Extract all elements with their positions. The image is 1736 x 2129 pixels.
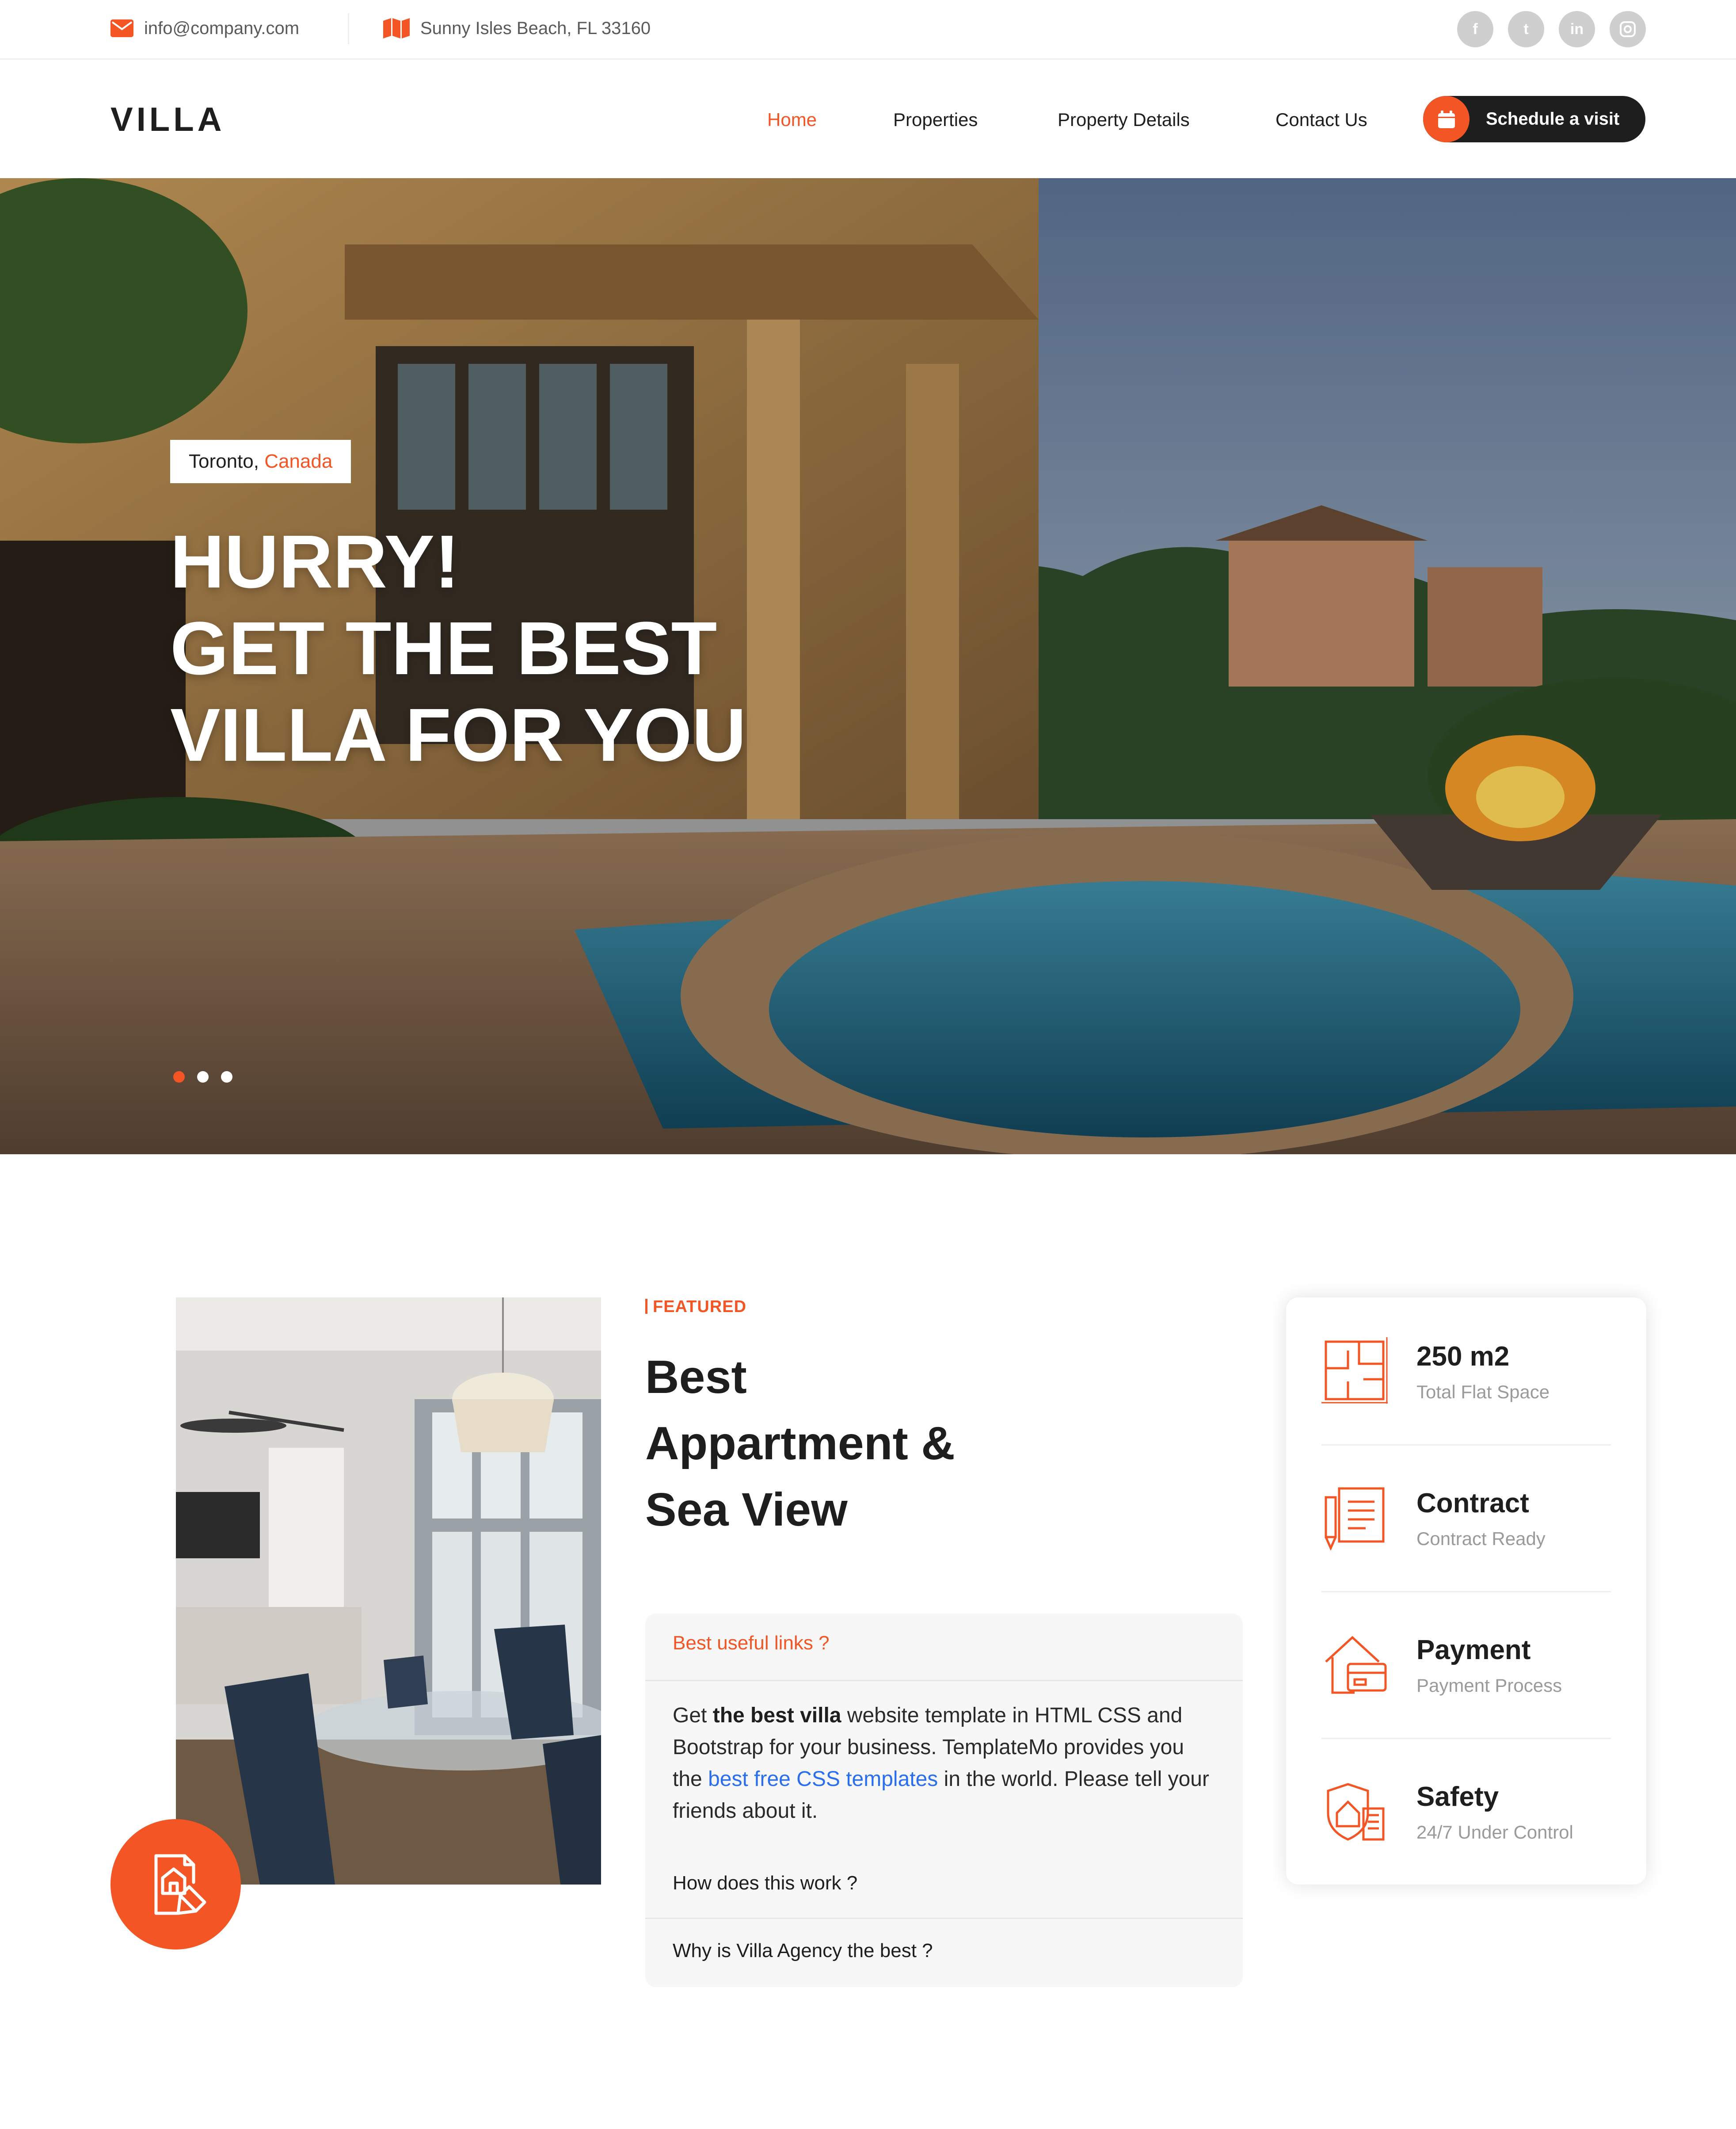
slider-dots [173, 1071, 232, 1083]
faq-question-2[interactable]: How does this work ? [673, 1872, 857, 1894]
info-divider [1321, 1738, 1611, 1739]
info-label-payment: Payment Process [1416, 1675, 1562, 1696]
property-info-card: 250 m2 Total Flat Space Contract Contrac… [1286, 1297, 1646, 1885]
location-country: Canada [264, 450, 333, 472]
featured-title-line-1: Best [645, 1351, 747, 1403]
info-row-contract: Contract Contract Ready [1321, 1484, 1611, 1631]
safety-shield-icon [1327, 1783, 1385, 1841]
hero-banner: Toronto, Canada HURRY! GET THE BEST VILL… [0, 178, 1736, 1154]
email-text: info@company.com [144, 18, 300, 38]
templates-link[interactable]: best free CSS templates [708, 1767, 938, 1791]
hero-headline-line-2: GET THE BEST [170, 607, 717, 691]
main-header: VILLA Home Properties Property Details C… [0, 60, 1736, 178]
faq-question-3[interactable]: Why is Villa Agency the best ? [673, 1940, 933, 1962]
faq-answer-bold: the best villa [712, 1704, 841, 1727]
faq-question-1[interactable]: Best useful links ? [673, 1632, 830, 1654]
hero-headline-line-1: HURRY! [170, 520, 460, 604]
instagram-icon[interactable] [1610, 11, 1646, 47]
address-contact: Sunny Isles Beach, FL 33160 [383, 16, 651, 41]
featured-title-line-2: Appartment & [645, 1417, 955, 1469]
nav-properties[interactable]: Properties [893, 109, 978, 130]
site-logo[interactable]: VILLA [110, 100, 225, 139]
topbar-divider [348, 13, 349, 44]
slider-dot-1[interactable] [173, 1071, 185, 1083]
location-city: Toronto, [189, 450, 259, 472]
address-text: Sunny Isles Beach, FL 33160 [420, 18, 651, 38]
hero-headline-line-3: VILLA FOR YOU [170, 693, 746, 777]
schedule-visit-label: Schedule a visit [1486, 109, 1620, 129]
schedule-visit-button[interactable]: Schedule a visit [1423, 96, 1645, 142]
featured-interior-photo [176, 1297, 601, 1885]
slider-dot-3[interactable] [221, 1071, 232, 1083]
faq-divider [645, 1680, 1243, 1681]
linkedin-icon[interactable]: in [1559, 11, 1595, 47]
faq-answer-1: Get the best villa website template in H… [673, 1700, 1216, 1827]
info-divider [1321, 1591, 1611, 1592]
facebook-icon[interactable]: f [1457, 11, 1493, 47]
envelope-icon [110, 19, 133, 37]
info-label-safety: 24/7 Under Control [1416, 1822, 1573, 1843]
info-value-payment: Payment [1416, 1635, 1531, 1665]
property-document-icon [110, 1819, 241, 1950]
info-row-payment: Payment Payment Process [1321, 1631, 1611, 1778]
info-row-space: 250 m2 Total Flat Space [1321, 1337, 1611, 1484]
hero-headline: HURRY! GET THE BEST VILLA FOR YOU [170, 519, 877, 778]
contract-icon [1325, 1487, 1385, 1550]
faq-divider [645, 1918, 1243, 1919]
calendar-icon [1423, 96, 1470, 142]
info-divider [1321, 1444, 1611, 1446]
floor-plan-icon [1321, 1337, 1388, 1404]
featured-eyebrow: FEATURED [645, 1297, 746, 1316]
nav-home[interactable]: Home [767, 109, 817, 130]
map-icon [383, 18, 410, 38]
payment-house-icon [1325, 1636, 1387, 1694]
nav-property-details[interactable]: Property Details [1058, 109, 1190, 130]
info-label-contract: Contract Ready [1416, 1528, 1546, 1549]
slider-dot-2[interactable] [197, 1071, 209, 1083]
nav-contact-us[interactable]: Contact Us [1275, 109, 1367, 130]
featured-title: Best Appartment & Sea View [645, 1344, 1087, 1543]
info-value-space: 250 m2 [1416, 1341, 1510, 1372]
email-contact[interactable]: info@company.com [110, 16, 299, 41]
info-value-contract: Contract [1416, 1488, 1529, 1519]
faq-answer-text: Get [673, 1704, 713, 1727]
info-row-safety: Safety 24/7 Under Control [1321, 1778, 1611, 1924]
location-tag: Toronto, Canada [170, 440, 351, 483]
info-value-safety: Safety [1416, 1782, 1499, 1812]
faq-accordion: Best useful links ? Get the best villa w… [645, 1614, 1243, 1987]
info-label-space: Total Flat Space [1416, 1381, 1550, 1402]
featured-title-line-3: Sea View [645, 1484, 848, 1536]
twitter-icon[interactable]: t [1508, 11, 1544, 47]
top-info-bar: info@company.com Sunny Isles Beach, FL 3… [0, 0, 1736, 60]
